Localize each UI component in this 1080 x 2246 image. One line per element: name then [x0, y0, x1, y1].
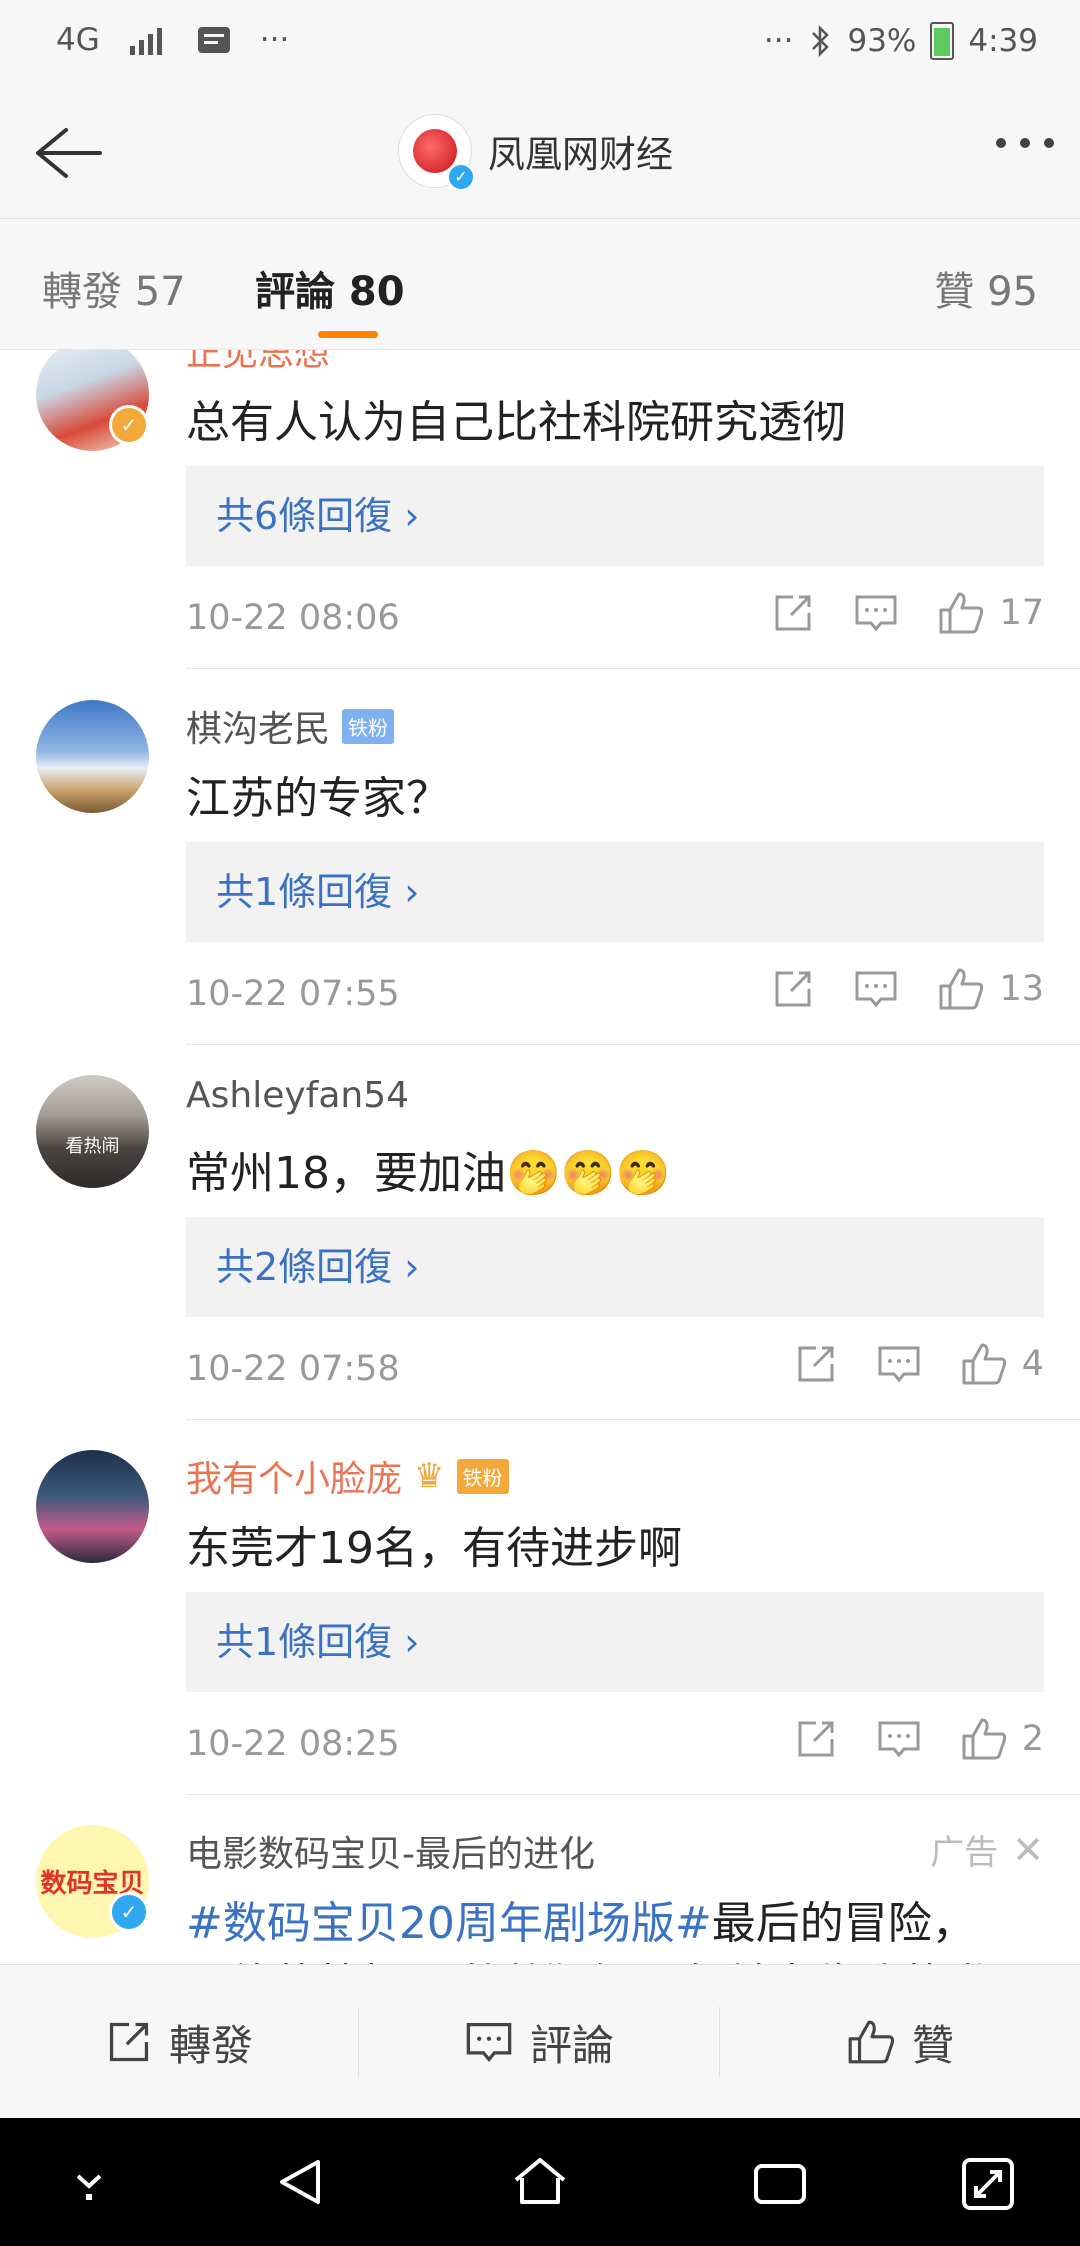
ad-label: 广告 ✕	[930, 1827, 1044, 1874]
like-button[interactable]: 贊	[720, 1965, 1080, 2119]
thumbs-up-icon	[962, 1343, 1006, 1385]
active-tab-indicator	[318, 331, 378, 338]
username[interactable]: 棋沟老民 铁粉	[186, 700, 395, 752]
ad-text: #数码宝贝20周年剧场版#最后的冒险，	[186, 1898, 976, 1949]
timestamp: 10-22 08:06	[186, 598, 400, 638]
back-nav-icon[interactable]	[272, 2152, 328, 2212]
crown-icon: ♛	[414, 1456, 445, 1496]
like-count: 17	[999, 593, 1044, 633]
verified-icon: ✓	[447, 163, 475, 191]
comment-icon[interactable]	[876, 1342, 922, 1386]
system-nav-bar	[0, 2118, 1080, 2246]
divider	[186, 668, 1080, 669]
share-icon[interactable]	[771, 967, 815, 1011]
comment-meta: 10-22 07:55 13	[186, 966, 1044, 1026]
status-bar: 4G ··· ··· 93% 4:39	[0, 0, 1080, 90]
like-count: 13	[999, 969, 1044, 1009]
thumbs-up-icon	[939, 592, 984, 634]
timestamp: 10-22 07:55	[186, 974, 400, 1014]
comment-text: 东莞才19名，有待进步啊	[186, 1523, 682, 1574]
share-icon[interactable]	[794, 1717, 838, 1761]
like-button[interactable]: 17	[937, 590, 1044, 636]
replies-link[interactable]: 共6條回復 ›	[186, 466, 1044, 566]
account-name: 凤凰网财经	[488, 133, 673, 176]
avatar[interactable]: ✓	[36, 350, 149, 451]
thumbs-up-icon	[939, 968, 984, 1010]
thumbs-up-icon	[848, 2020, 895, 2064]
tab-bar: 轉發 57 評論 80 贊 95	[0, 219, 1080, 350]
avatar[interactable]: 看热闹	[36, 1075, 149, 1188]
comment-meta: 10-22 07:58 4	[186, 1341, 1044, 1401]
timestamp: 10-22 08:25	[186, 1724, 400, 1764]
repost-button[interactable]: 轉發	[0, 1965, 358, 2119]
ad-hashtag[interactable]: #数码宝贝20周年剧场版#	[186, 1898, 712, 1949]
avatar-caption: 看热闹	[65, 1136, 120, 1157]
comment-icon[interactable]	[876, 1717, 922, 1761]
fan-badge: 铁粉	[342, 708, 395, 744]
divider	[186, 1419, 1080, 1420]
username[interactable]: 我有个小脸庞 ♛ 铁粉	[186, 1450, 509, 1502]
message-icon	[197, 27, 230, 53]
bottom-action-bar: 轉發 評論 贊	[0, 1964, 1080, 2119]
tab-comments[interactable]: 評論 80	[255, 259, 405, 317]
divider	[186, 1794, 1080, 1795]
share-icon	[109, 2022, 149, 2062]
battery-percent: 93%	[847, 23, 917, 59]
comment-icon[interactable]	[853, 591, 899, 635]
comment-button[interactable]: 評論	[359, 1965, 719, 2119]
recent-apps-icon[interactable]	[752, 2152, 808, 2212]
like-count: 2	[1021, 1719, 1044, 1759]
share-icon[interactable]	[794, 1342, 838, 1386]
comment-meta: 10-22 08:25 2	[186, 1716, 1044, 1776]
like-count: 4	[1021, 1344, 1044, 1384]
divider	[186, 1044, 1080, 1045]
comment-icon	[466, 2022, 512, 2062]
battery-icon	[930, 22, 955, 60]
back-arrow-icon[interactable]	[26, 118, 106, 188]
account-avatar[interactable]: ✓	[398, 114, 475, 191]
more-options-icon[interactable]	[996, 138, 1054, 148]
more-notifications-icon: ···	[259, 22, 290, 58]
comment-list[interactable]: ✓ 正见思想 总有人认为自己比社科院研究透彻 共6條回復 › 10-22 08:…	[0, 350, 1080, 1964]
tab-reposts[interactable]: 轉發 57	[42, 259, 186, 317]
replies-link[interactable]: 共2條回復 ›	[186, 1217, 1044, 1317]
replies-link[interactable]: 共1條回復 ›	[186, 1592, 1044, 1692]
comment-icon[interactable]	[853, 967, 899, 1011]
ad-username[interactable]: 电影数码宝贝-最后的进化	[186, 1825, 595, 1877]
fan-badge: 铁粉	[456, 1458, 509, 1494]
like-button[interactable]: 2	[960, 1716, 1044, 1762]
comment-text: 常州18，要加油🤭🤭🤭	[186, 1148, 671, 1199]
ad-text-line2: 最终的抉择，谢谢你在20年前光临我的世	[186, 1949, 990, 1964]
replies-link[interactable]: 共1條回復 ›	[186, 842, 1044, 942]
username[interactable]: Ashleyfan54	[186, 1075, 409, 1116]
close-ad-icon[interactable]: ✕	[1012, 1828, 1044, 1872]
signal-icon	[129, 28, 162, 55]
clock: 4:39	[968, 23, 1038, 59]
comment-text: 江苏的专家？	[186, 773, 450, 824]
comment-meta: 10-22 08:06 17	[186, 590, 1044, 650]
verified-icon: ✓	[109, 405, 149, 445]
tab-likes[interactable]: 贊 95	[934, 259, 1038, 317]
expand-screen-icon[interactable]	[960, 2152, 1016, 2212]
ad-avatar[interactable]: 数码宝贝 ✓	[36, 1825, 149, 1938]
avatar[interactable]	[36, 700, 149, 813]
hide-keyboard-icon[interactable]	[64, 2152, 114, 2212]
more-status-icon: ···	[763, 23, 794, 59]
comment-text: 总有人认为自己比社科院研究透彻	[186, 397, 846, 448]
home-nav-icon[interactable]	[510, 2152, 570, 2212]
like-button[interactable]: 4	[960, 1341, 1044, 1387]
account-title[interactable]: ✓ 凤凰网财经	[398, 114, 673, 191]
avatar[interactable]	[36, 1450, 149, 1563]
share-icon[interactable]	[771, 591, 815, 635]
timestamp: 10-22 07:58	[186, 1349, 400, 1389]
bluetooth-icon	[812, 24, 830, 58]
nav-bar: ✓ 凤凰网财经	[0, 90, 1080, 219]
verified-icon: ✓	[109, 1892, 149, 1932]
thumbs-up-icon	[962, 1718, 1006, 1760]
network-indicator: 4G	[56, 22, 100, 58]
username[interactable]: 正见思想	[186, 350, 330, 376]
like-button[interactable]: 13	[937, 966, 1044, 1012]
